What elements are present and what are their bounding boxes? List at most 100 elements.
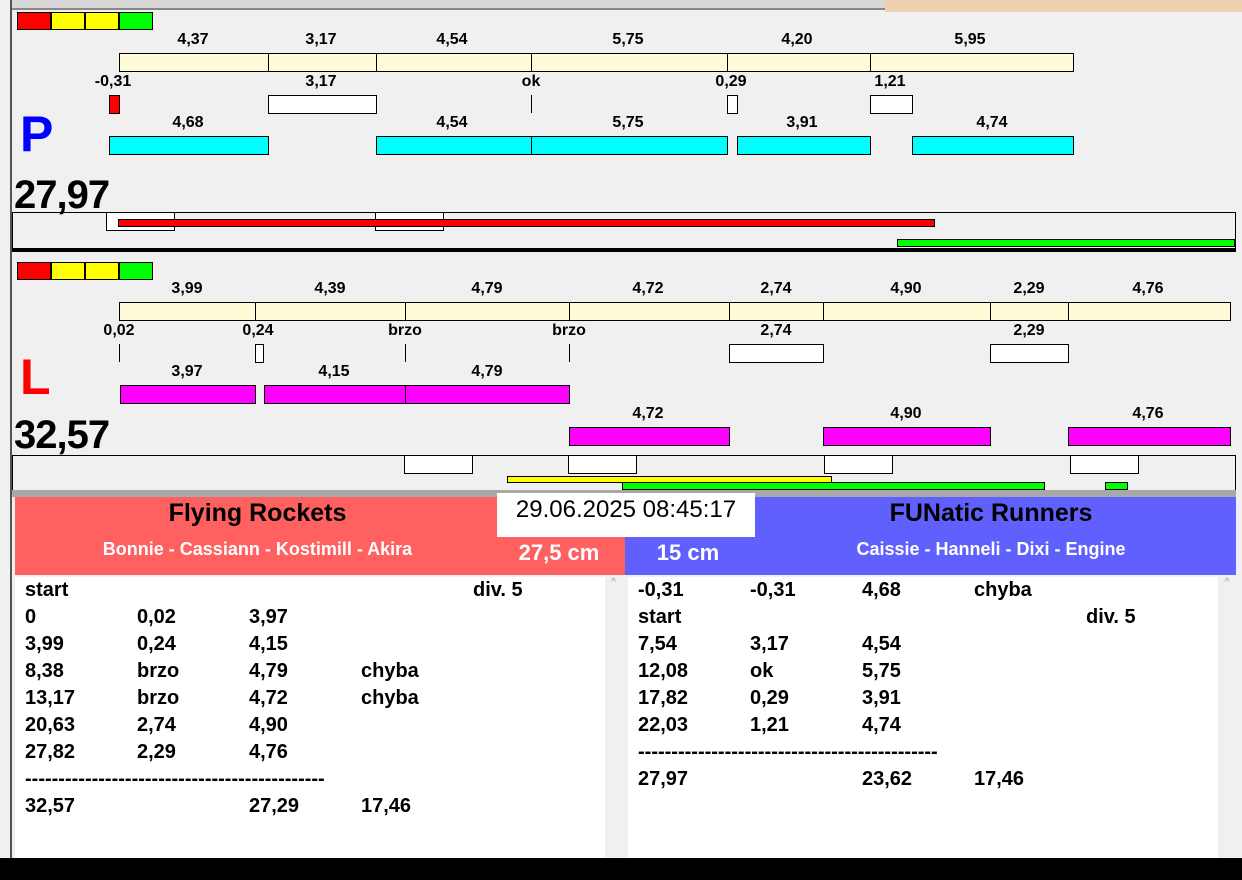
split-bar bbox=[870, 53, 1074, 72]
right-team-name: FUNatic Runners bbox=[889, 499, 1093, 527]
split-label: ok bbox=[521, 73, 541, 90]
split-label: 2,29 bbox=[1013, 322, 1045, 339]
split-label: 2,74 bbox=[760, 280, 792, 297]
split-marker bbox=[255, 344, 264, 363]
result-cell: 0 bbox=[25, 606, 37, 628]
time-bar bbox=[569, 427, 730, 446]
result-cell: 1,21 bbox=[750, 714, 789, 736]
split-label: 4,37 bbox=[177, 31, 209, 48]
split-label: 4,39 bbox=[314, 280, 346, 297]
left-results-list[interactable] bbox=[15, 577, 605, 858]
result-cell: div. 5 bbox=[473, 579, 523, 601]
split-label: 4,79 bbox=[471, 363, 503, 380]
time-bar bbox=[823, 427, 991, 446]
split-label: -0,31 bbox=[94, 73, 132, 90]
status-swatch bbox=[119, 12, 153, 30]
split-label: 1,21 bbox=[874, 73, 906, 90]
result-cell: 2,74 bbox=[137, 714, 176, 736]
split-label: 3,99 bbox=[171, 280, 203, 297]
result-cell: div. 5 bbox=[1086, 606, 1136, 628]
result-cell: start bbox=[638, 606, 682, 628]
progress-bar-green bbox=[897, 239, 1235, 247]
result-cell: 3,17 bbox=[750, 633, 789, 655]
track-marker bbox=[1070, 455, 1139, 474]
result-cell: -0,31 bbox=[750, 579, 796, 601]
time-bar bbox=[912, 136, 1074, 155]
result-cell: chyba bbox=[361, 687, 419, 709]
track-marker bbox=[404, 455, 473, 474]
split-label: brzo bbox=[552, 322, 586, 339]
lane-letter: P bbox=[20, 106, 54, 162]
status-swatch bbox=[51, 262, 85, 280]
lane-total: 32,57 bbox=[14, 413, 110, 457]
result-cell: chyba bbox=[974, 579, 1032, 601]
split-label: 0,02 bbox=[103, 322, 135, 339]
result-cell: 4,79 bbox=[249, 660, 288, 682]
split-tick bbox=[119, 344, 120, 362]
result-cell: ----------------------------------------… bbox=[638, 741, 938, 763]
result-cell: 5,75 bbox=[862, 660, 901, 682]
split-marker bbox=[268, 95, 377, 114]
time-bar bbox=[531, 136, 728, 155]
result-cell: 12,08 bbox=[638, 660, 689, 682]
result-cell: start bbox=[25, 579, 69, 601]
result-cell: 3,99 bbox=[25, 633, 64, 655]
split-label: 3,17 bbox=[305, 31, 337, 48]
track-marker bbox=[824, 455, 893, 474]
split-label: 4,79 bbox=[471, 280, 503, 297]
left-team-members: Bonnie - Cassiann - Kostimill - Akira bbox=[102, 539, 413, 559]
result-cell: 32,57 bbox=[25, 795, 76, 817]
status-swatch bbox=[51, 12, 85, 30]
split-bar bbox=[823, 302, 991, 321]
result-cell: 2,29 bbox=[137, 741, 176, 763]
status-swatch bbox=[17, 12, 51, 30]
result-cell: 3,97 bbox=[249, 606, 288, 628]
result-cell: 27,97 bbox=[638, 768, 689, 790]
time-bar bbox=[405, 385, 570, 404]
status-swatch bbox=[119, 262, 153, 280]
split-tick bbox=[569, 344, 570, 362]
result-cell: 0,02 bbox=[137, 606, 176, 628]
result-cell: brzo bbox=[137, 660, 180, 682]
result-cell: 4,68 bbox=[862, 579, 901, 601]
left-border bbox=[0, 0, 12, 880]
left-team-name: Flying Rockets bbox=[168, 499, 347, 527]
split-bar bbox=[1068, 302, 1231, 321]
datetime-display: 29.06.2025 08:45:17 bbox=[497, 493, 755, 537]
right-team-distance: 15 cm bbox=[656, 540, 720, 565]
progress-bar-green bbox=[622, 482, 1045, 490]
split-label: 4,72 bbox=[632, 405, 664, 422]
split-bar bbox=[569, 302, 730, 321]
time-bar bbox=[109, 136, 269, 155]
result-cell: 4,54 bbox=[862, 633, 901, 655]
result-cell: 4,76 bbox=[249, 741, 288, 763]
split-bar bbox=[255, 302, 406, 321]
status-swatch bbox=[85, 12, 119, 30]
left-list-scrollbar[interactable]: ^ bbox=[605, 577, 622, 858]
split-marker bbox=[870, 95, 913, 114]
split-label: 4,74 bbox=[976, 114, 1008, 131]
left-team-distance: 27,5 cm bbox=[518, 540, 600, 565]
split-bar bbox=[729, 302, 824, 321]
result-cell: 3,91 bbox=[862, 687, 901, 709]
result-cell: brzo bbox=[137, 687, 180, 709]
split-label: 3,91 bbox=[786, 114, 818, 131]
result-cell: 23,62 bbox=[862, 768, 913, 790]
split-label: 4,15 bbox=[318, 363, 350, 380]
result-cell: 17,46 bbox=[361, 795, 412, 817]
result-cell: 4,15 bbox=[249, 633, 288, 655]
split-label: 4,54 bbox=[436, 114, 468, 131]
split-tick bbox=[405, 344, 406, 362]
result-cell: 17,82 bbox=[638, 687, 689, 709]
result-cell: 8,38 bbox=[25, 660, 64, 682]
top-right-panel bbox=[885, 0, 1242, 12]
split-marker bbox=[990, 344, 1069, 363]
split-bar bbox=[405, 302, 570, 321]
right-list-scrollbar[interactable]: ^ bbox=[1218, 577, 1236, 858]
progress-bar-green bbox=[1105, 482, 1128, 490]
result-cell: 27,29 bbox=[249, 795, 300, 817]
result-cell: 20,63 bbox=[25, 714, 76, 736]
split-label: brzo bbox=[388, 322, 422, 339]
right-team-members: Caissie - Hanneli - Dixi - Engine bbox=[856, 539, 1126, 559]
result-cell: ok bbox=[750, 660, 774, 682]
